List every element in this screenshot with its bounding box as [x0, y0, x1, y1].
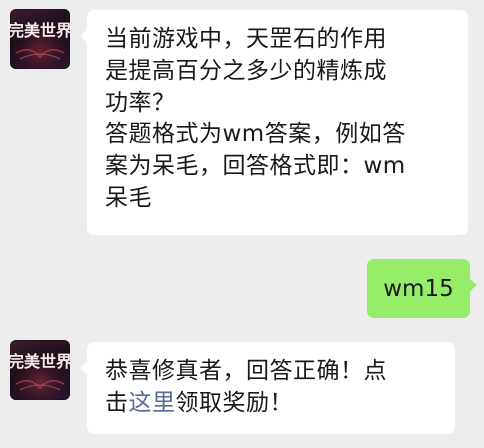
message-line: 呆毛 — [105, 184, 152, 211]
message-line: 是提高百分之多少的精炼成 — [105, 57, 387, 84]
message-line: 击这里领取奖励！ — [105, 388, 441, 420]
message-line: 当前游戏中，天罡石的作用 — [105, 26, 387, 52]
question-message-bubble[interactable]: 当前游戏中，天罡石的作用 是提高百分之多少的精炼成 功率？ 答题格式为wm答案，… — [80, 10, 468, 235]
game-account-avatar[interactable]: 完美世界 — [10, 340, 70, 400]
question-message-text: 当前游戏中，天罡石的作用 是提高百分之多少的精炼成 功率？ 答题格式为wm答案，… — [105, 24, 454, 215]
message-line: 案为呆毛，回答格式即：wm — [105, 153, 406, 180]
game-logo-icon: 完美世界 — [10, 9, 70, 69]
message-line: 功率？ — [105, 89, 176, 116]
game-logo-icon: 完美世界 — [10, 340, 70, 400]
answer-message-text: wm15 — [383, 275, 454, 302]
message-text-suffix: 领取奖励！ — [175, 389, 293, 416]
reward-message-text: 恭喜修真者，回答正确！点 击这里领取奖励！ — [105, 356, 441, 420]
answer-message-bubble[interactable]: wm15 — [367, 259, 477, 318]
message-line: 答题格式为wm答案，例如答 — [105, 121, 406, 148]
reward-message-bubble[interactable]: 恭喜修真者，回答正确！点 击这里领取奖励！ — [80, 342, 455, 434]
claim-reward-link[interactable]: 这里 — [129, 390, 176, 416]
game-account-avatar[interactable]: 完美世界 — [10, 9, 70, 69]
message-line: 恭喜修真者，回答正确！点 — [105, 358, 387, 384]
message-text-prefix: 击 — [105, 389, 129, 416]
svg-text:完美世界: 完美世界 — [10, 352, 70, 371]
svg-text:完美世界: 完美世界 — [10, 21, 70, 40]
